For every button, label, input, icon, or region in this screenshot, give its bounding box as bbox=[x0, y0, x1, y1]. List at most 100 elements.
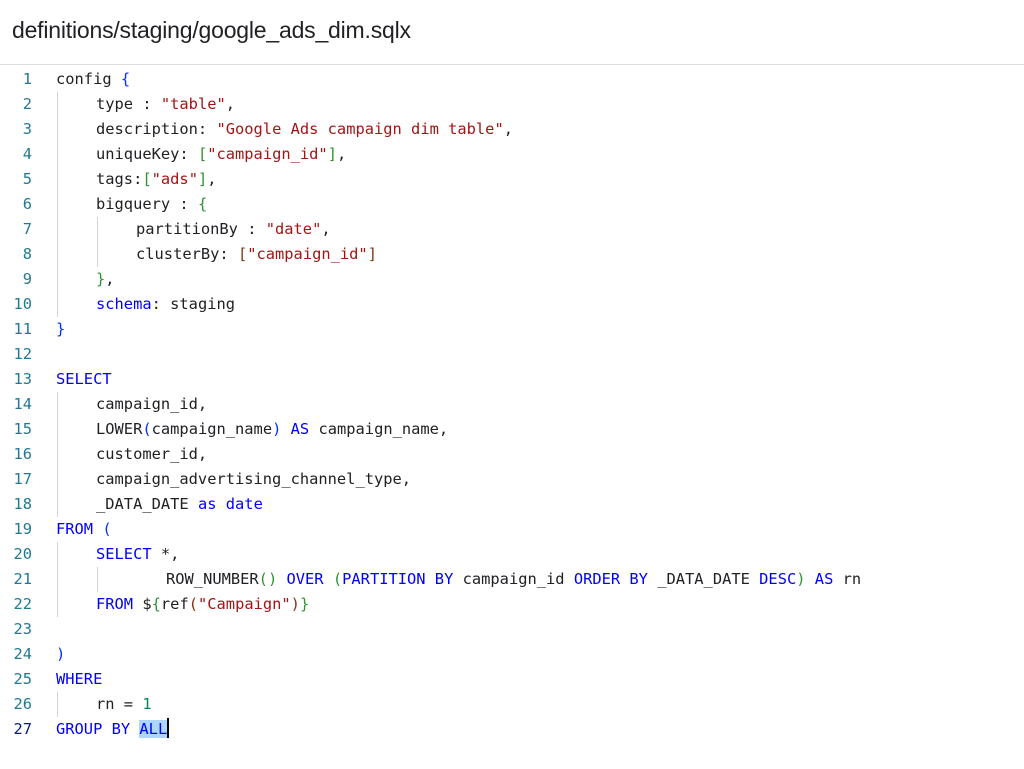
code-token: campaign_name, bbox=[309, 420, 449, 438]
code-text: ROW_NUMBER() OVER (PARTITION BY campaign… bbox=[166, 567, 861, 592]
code-token: , bbox=[503, 120, 513, 138]
line-number: 8 bbox=[22, 245, 32, 263]
bracket-token: ] bbox=[367, 245, 377, 263]
string-token: "table" bbox=[160, 95, 226, 113]
code-text: }, bbox=[96, 267, 115, 292]
code-text: schema: staging bbox=[96, 292, 235, 317]
code-line[interactable]: 15 LOWER(campaign_name) AS campaign_name, bbox=[0, 417, 1024, 442]
line-number: 26 bbox=[13, 695, 32, 713]
code-line[interactable]: 21 ROW_NUMBER() OVER (PARTITION BY campai… bbox=[0, 567, 1024, 592]
code-text: rn = 1 bbox=[96, 692, 152, 717]
code-line[interactable]: 17 campaign_advertising_channel_type, bbox=[0, 467, 1024, 492]
line-number: 5 bbox=[22, 170, 32, 188]
bracket-token: () bbox=[258, 570, 278, 588]
string-token: "campaign_id" bbox=[207, 145, 328, 163]
indent-guide bbox=[57, 117, 58, 142]
code-token: clusterBy: bbox=[136, 245, 238, 263]
code-line[interactable]: 26 rn = 1 bbox=[0, 692, 1024, 717]
bracket-token: } bbox=[56, 320, 66, 338]
code-line[interactable]: 12 bbox=[0, 342, 1024, 367]
code-line[interactable]: 6 bigquery : { bbox=[0, 192, 1024, 217]
code-line[interactable]: 3 description: "Google Ads campaign dim t… bbox=[0, 117, 1024, 142]
code-line[interactable]: 20 SELECT *, bbox=[0, 542, 1024, 567]
indent-guide bbox=[57, 242, 58, 267]
indent-guide bbox=[57, 592, 58, 617]
line-number: 16 bbox=[13, 445, 32, 463]
bracket-token: ( bbox=[102, 520, 112, 538]
code-line[interactable]: 23 bbox=[0, 617, 1024, 642]
code-line[interactable]: 8 clusterBy: ["campaign_id"] bbox=[0, 242, 1024, 267]
code-line[interactable]: 13 SELECT bbox=[0, 367, 1024, 392]
line-number: 7 bbox=[22, 220, 32, 238]
bracket-token: ] bbox=[197, 170, 208, 188]
selected-text: ALL bbox=[139, 720, 168, 738]
code-token: _DATA_DATE bbox=[647, 570, 760, 588]
indent-guide bbox=[57, 567, 58, 592]
keyword-token: FROM bbox=[56, 520, 94, 538]
line-number: 9 bbox=[22, 270, 32, 288]
code-line[interactable]: 16 customer_id, bbox=[0, 442, 1024, 467]
code-text: WHERE bbox=[56, 667, 102, 692]
line-number: 13 bbox=[13, 370, 32, 388]
keyword-token: FROM bbox=[96, 595, 134, 613]
code-line[interactable]: 10 schema: staging bbox=[0, 292, 1024, 317]
line-number: 23 bbox=[13, 620, 32, 638]
indent-guide bbox=[57, 192, 58, 217]
code-line[interactable]: 9}, bbox=[0, 267, 1024, 292]
indent-guide bbox=[57, 142, 58, 167]
code-text: campaign_advertising_channel_type, bbox=[96, 467, 411, 492]
code-line[interactable]: 25 WHERE bbox=[0, 667, 1024, 692]
code-line[interactable]: 1 config { bbox=[0, 67, 1024, 92]
bracket-token: [ bbox=[142, 170, 152, 188]
file-title-bar: definitions/staging/google_ads_dim.sqlx bbox=[0, 0, 1024, 65]
bracket-token: [ bbox=[237, 245, 248, 263]
bracket-token: [ bbox=[197, 145, 208, 163]
bracket-token: ) bbox=[290, 595, 300, 613]
code-line[interactable]: 7 partitionBy : "date", bbox=[0, 217, 1024, 242]
string-token: "campaign_id" bbox=[247, 245, 368, 263]
code-line[interactable]: 22 FROM ${ref("Campaign")} bbox=[0, 592, 1024, 617]
code-token: , bbox=[207, 170, 217, 188]
line-number: 14 bbox=[13, 395, 32, 413]
code-token: rn bbox=[833, 570, 862, 588]
code-text: ) bbox=[56, 642, 65, 667]
line-number: 22 bbox=[13, 595, 32, 613]
code-line[interactable]: 14 campaign_id, bbox=[0, 392, 1024, 417]
line-number: 10 bbox=[13, 295, 32, 313]
code-line[interactable]: 4 uniqueKey: ["campaign_id"], bbox=[0, 142, 1024, 167]
code-token: , bbox=[225, 95, 236, 113]
line-number: 19 bbox=[13, 520, 32, 538]
code-editor[interactable]: 1 config {2 type : "table", 3 description: "… bbox=[0, 67, 1024, 767]
code-line[interactable]: 27 GROUP BY ALL bbox=[0, 717, 1024, 742]
line-number: 11 bbox=[13, 320, 32, 338]
code-text: clusterBy: ["campaign_id"] bbox=[136, 242, 377, 267]
keyword-token: PARTITION BY bbox=[342, 570, 454, 588]
bracket-token: } bbox=[299, 595, 310, 613]
bracket-token: ( bbox=[142, 420, 152, 438]
indent-guide bbox=[57, 542, 58, 567]
code-text: LOWER(campaign_name) AS campaign_name, bbox=[96, 417, 448, 442]
line-number: 12 bbox=[13, 345, 32, 363]
code-text: config { bbox=[56, 67, 130, 92]
code-line[interactable]: 11} bbox=[0, 317, 1024, 342]
code-token: uniqueKey: bbox=[96, 145, 198, 163]
code-line[interactable]: 24) bbox=[0, 642, 1024, 667]
text-cursor bbox=[167, 718, 170, 738]
code-line[interactable]: 19 FROM ( bbox=[0, 517, 1024, 542]
code-line[interactable]: 2 type : "table", bbox=[0, 92, 1024, 117]
code-token: campaign_name bbox=[151, 420, 273, 438]
code-line[interactable]: 18 _DATA_DATE as date bbox=[0, 492, 1024, 517]
line-number: 18 bbox=[13, 495, 32, 513]
code-text: _DATA_DATE as date bbox=[96, 492, 263, 517]
code-text: customer_id, bbox=[96, 442, 207, 467]
code-token: config bbox=[56, 70, 121, 88]
code-token: ROW_NUMBER bbox=[166, 570, 259, 588]
bracket-token: { bbox=[197, 195, 208, 213]
code-line[interactable]: 5 tags:["ads"], bbox=[0, 167, 1024, 192]
line-number: 6 bbox=[22, 195, 32, 213]
indent-guide bbox=[57, 167, 58, 192]
indent-guide bbox=[57, 467, 58, 492]
indent-guide bbox=[97, 242, 98, 267]
